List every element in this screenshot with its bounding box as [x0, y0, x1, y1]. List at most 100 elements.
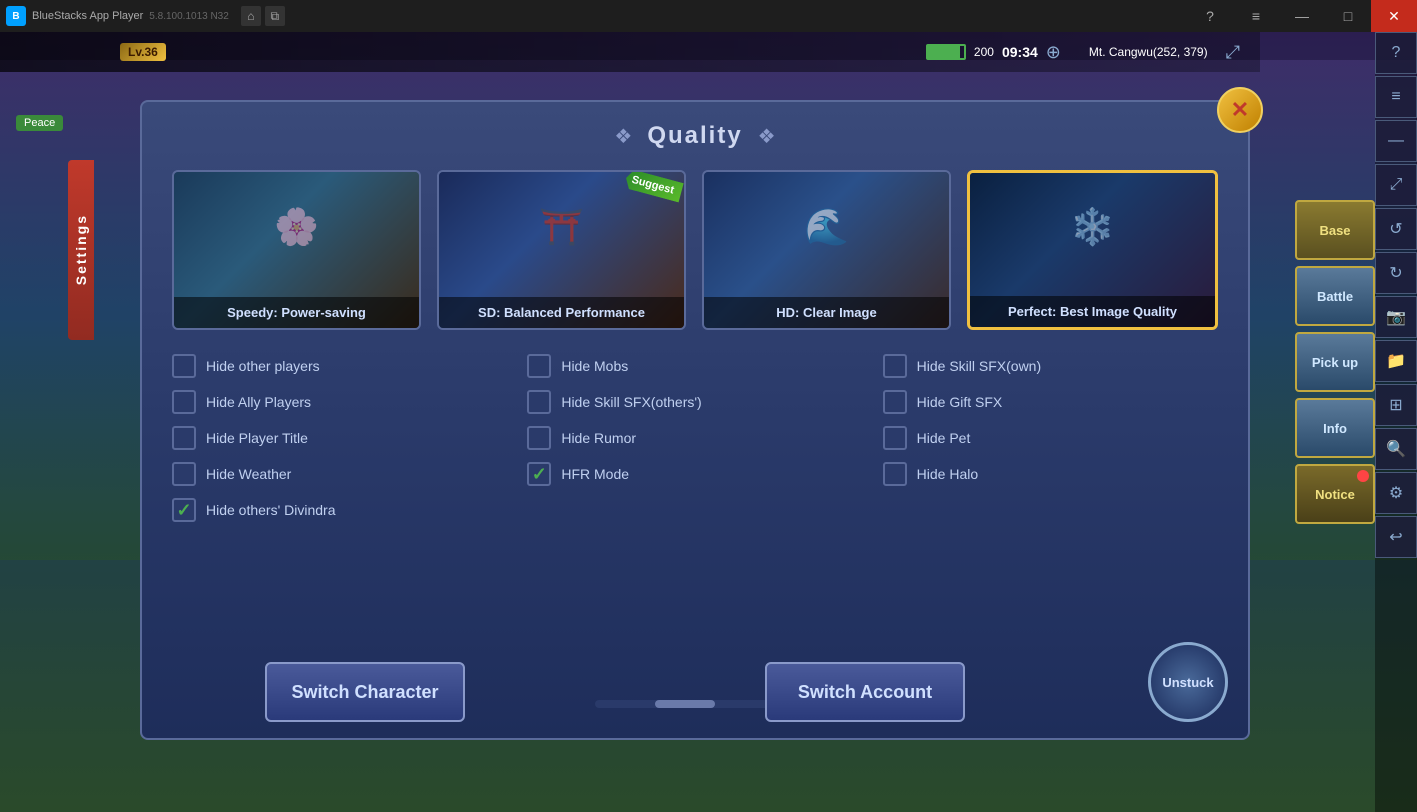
toolbar-refresh-button[interactable]: ↺: [1375, 208, 1417, 250]
toolbar-settings-button[interactable]: ⚙: [1375, 472, 1417, 514]
checkbox-hide-ally-players-input[interactable]: [172, 390, 196, 414]
toolbar-screenshot-button[interactable]: 📷: [1375, 296, 1417, 338]
checkmark-hfr-icon: ✓: [532, 464, 547, 485]
checkboxes-grid: Hide other players Hide Mobs Hide Skill …: [172, 354, 1218, 522]
checkbox-hide-mobs-input[interactable]: [527, 354, 551, 378]
checkbox-hide-skill-sfx-others-label: Hide Skill SFX(others'): [561, 394, 701, 410]
checkbox-hfr-mode: ✓ HFR Mode: [527, 462, 862, 486]
checkbox-hide-player-title-label: Hide Player Title: [206, 430, 308, 446]
card-visual-speedy: 🌸: [174, 172, 419, 281]
maximize-button[interactable]: □: [1325, 0, 1371, 32]
checkbox-hide-skill-sfx-own-label: Hide Skill SFX(own): [917, 358, 1041, 374]
toolbar-rotate-button[interactable]: ↻: [1375, 252, 1417, 294]
checkbox-hide-others-divindra: ✓ Hide others' Divindra: [172, 498, 507, 522]
minimize-button[interactable]: —: [1279, 0, 1325, 32]
titlebar: B BlueStacks App Player 5.8.100.1013 N32…: [0, 0, 1417, 32]
action-buttons: Switch Character Switch Account: [142, 662, 1088, 722]
quality-title-row: ❖ Quality ❖: [172, 122, 1218, 150]
checkbox-hide-player-title-input[interactable]: [172, 426, 196, 450]
close-icon: ✕: [1231, 97, 1249, 123]
close-window-button[interactable]: ✕: [1371, 0, 1417, 32]
checkbox-hide-halo-input[interactable]: [883, 462, 907, 486]
quality-card-perfect[interactable]: ❄️ Perfect: Best Image Quality: [967, 170, 1218, 330]
checkbox-hide-other-players: Hide other players: [172, 354, 507, 378]
checkbox-hide-pet-input[interactable]: [883, 426, 907, 450]
settings-tab[interactable]: Settings: [68, 160, 94, 340]
card-visual-perfect: ❄️: [970, 173, 1215, 281]
toolbar-search-button[interactable]: 🔍: [1375, 428, 1417, 470]
base-button[interactable]: Base: [1295, 200, 1375, 260]
checkbox-hide-gift-sfx: Hide Gift SFX: [883, 390, 1218, 414]
checkbox-hide-gift-sfx-input[interactable]: [883, 390, 907, 414]
switch-character-button[interactable]: Switch Character: [265, 662, 465, 722]
checkbox-hide-mobs-label: Hide Mobs: [561, 358, 628, 374]
card-label-hd: HD: Clear Image: [704, 297, 949, 328]
checkbox-hide-weather: Hide Weather: [172, 462, 507, 486]
peace-badge: Peace: [16, 115, 63, 131]
checkbox-hide-skill-sfx-own-input[interactable]: [883, 354, 907, 378]
windows-icon[interactable]: ⧉: [265, 6, 285, 26]
checkbox-hide-skill-sfx-others-input[interactable]: [527, 390, 551, 414]
expand-icon[interactable]: ⤢: [1226, 42, 1240, 63]
help-button[interactable]: ?: [1187, 0, 1233, 32]
checkbox-hide-player-title: Hide Player Title: [172, 426, 507, 450]
checkbox-hide-skill-sfx-others: Hide Skill SFX(others'): [527, 390, 862, 414]
battery-value: 200: [974, 45, 994, 59]
app-name: BlueStacks App Player: [32, 10, 143, 22]
toolbar-expand-button[interactable]: ⤢: [1375, 164, 1417, 206]
close-dialog-button[interactable]: ✕: [1217, 87, 1263, 133]
home-icon[interactable]: ⌂: [241, 6, 261, 26]
checkbox-hide-mobs: Hide Mobs: [527, 354, 862, 378]
battle-label: Battle: [1317, 289, 1353, 304]
checkbox-hide-halo: Hide Halo: [883, 462, 1218, 486]
titlebar-controls: ? ≡ — □ ✕: [1187, 0, 1417, 32]
info-label: Info: [1323, 421, 1347, 436]
checkbox-hide-rumor-input[interactable]: [527, 426, 551, 450]
toolbar-back-button[interactable]: ↩: [1375, 516, 1417, 558]
checkbox-hide-weather-input[interactable]: [172, 462, 196, 486]
checkbox-hide-halo-label: Hide Halo: [917, 466, 978, 482]
checkbox-hfr-mode-input[interactable]: ✓: [527, 462, 551, 486]
menu-button[interactable]: ≡: [1233, 0, 1279, 32]
app-version: 5.8.100.1013 N32: [149, 11, 229, 22]
switch-account-button[interactable]: Switch Account: [765, 662, 965, 722]
checkbox-hide-ally-players: Hide Ally Players: [172, 390, 507, 414]
checkbox-hide-pet: Hide Pet: [883, 426, 1218, 450]
level-badge: Lv.36: [120, 43, 166, 61]
side-panel: Base Battle Pick up Info Notice: [1295, 200, 1375, 524]
notice-dot: [1357, 470, 1369, 482]
toolbar-folder-button[interactable]: 📁: [1375, 340, 1417, 382]
notice-button[interactable]: Notice: [1295, 464, 1375, 524]
checkbox-hide-gift-sfx-label: Hide Gift SFX: [917, 394, 1003, 410]
checkbox-hide-skill-sfx-own: Hide Skill SFX(own): [883, 354, 1218, 378]
game-topbar: Lv.36 200 09:34 ⊕ Mt. Cangwu(252, 379) ⤢: [0, 32, 1260, 72]
settings-label: Settings: [73, 214, 89, 285]
notice-label: Notice: [1315, 487, 1355, 502]
quality-card-speedy[interactable]: 🌸 Speedy: Power-saving: [172, 170, 421, 330]
diamond-left-icon: ❖: [614, 124, 632, 149]
diamond-right-icon: ❖: [758, 124, 776, 149]
unstuck-button[interactable]: Unstuck: [1148, 642, 1228, 722]
quality-card-hd[interactable]: 🌊 HD: Clear Image: [702, 170, 951, 330]
checkmark-divindra-icon: ✓: [176, 500, 191, 521]
toolbar-menu-button[interactable]: ≡: [1375, 76, 1417, 118]
card-visual-hd: 🌊: [704, 172, 949, 281]
checkbox-hide-weather-label: Hide Weather: [206, 466, 291, 482]
pickup-button[interactable]: Pick up: [1295, 332, 1375, 392]
info-button[interactable]: Info: [1295, 398, 1375, 458]
checkbox-hide-other-players-label: Hide other players: [206, 358, 320, 374]
quality-card-sd[interactable]: ⛩️ Suggest SD: Balanced Performance: [437, 170, 686, 330]
toolbar-help-button[interactable]: ?: [1375, 32, 1417, 74]
base-label: Base: [1319, 223, 1350, 238]
toolbar-minimize-button[interactable]: —: [1375, 120, 1417, 162]
checkbox-hide-pet-label: Hide Pet: [917, 430, 971, 446]
battle-button[interactable]: Battle: [1295, 266, 1375, 326]
checkbox-hide-others-divindra-label: Hide others' Divindra: [206, 502, 336, 518]
right-toolbar: ? ≡ — ⤢ ↺ ↻ 📷 📁 ⊞ 🔍 ⚙ ↩: [1375, 32, 1417, 812]
settings-dialog: ✕ ❖ Quality ❖ 🌸 Speedy: Power-saving ⛩️ …: [140, 100, 1250, 740]
toolbar-layers-button[interactable]: ⊞: [1375, 384, 1417, 426]
checkbox-hide-other-players-input[interactable]: [172, 354, 196, 378]
location-text: Mt. Cangwu(252, 379): [1089, 45, 1208, 59]
battery-fill: [928, 46, 960, 58]
checkbox-hide-others-divindra-input[interactable]: ✓: [172, 498, 196, 522]
